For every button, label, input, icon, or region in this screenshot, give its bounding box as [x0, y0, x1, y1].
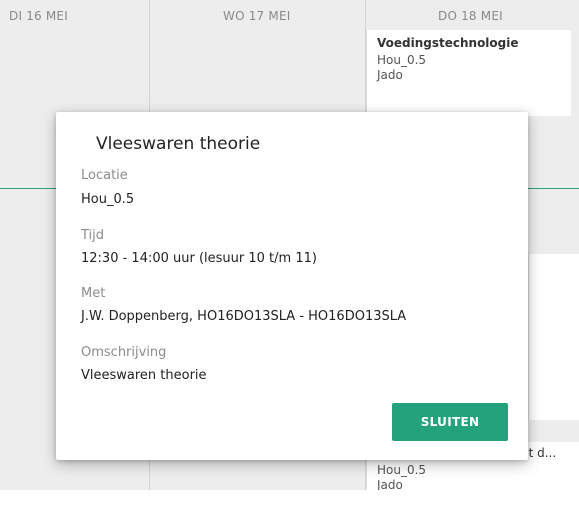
time-value: 12:30 - 14:00 uur (lesuur 10 t/m 11) [81, 251, 317, 266]
event-title: Voedingstechnologie [377, 36, 519, 50]
event-detail-dialog: Vleeswaren theorie Locatie Hou_0.5 Tijd … [56, 112, 528, 460]
dialog-title: Vleeswaren theorie [96, 134, 261, 154]
time-label: Tijd [81, 228, 105, 243]
event-location: Hou_0.5 [377, 463, 427, 477]
event-location: Hou_0.5 [377, 53, 427, 67]
calendar-footer-strip [0, 490, 579, 517]
calendar-event-block[interactable] [528, 254, 579, 420]
current-time-line-right [528, 188, 579, 189]
calendar-event[interactable]: Voedingstechnologie Hou_0.5 Jado [366, 30, 571, 116]
day-header-thursday: DO 18 MEI [438, 9, 503, 23]
location-label: Locatie [81, 168, 128, 183]
location-value: Hou_0.5 [81, 192, 135, 207]
current-time-line-left [0, 188, 56, 189]
with-value: J.W. Doppenberg, HO16DO13SLA - HO16DO13S… [81, 309, 407, 324]
event-teacher: Jado [377, 68, 403, 82]
description-value: Vleeswaren theorie [81, 368, 207, 383]
day-header-tuesday: DI 16 MEI [9, 9, 68, 23]
description-label: Omschrijving [81, 345, 167, 360]
close-button[interactable]: SLUITEN [392, 403, 508, 441]
day-header-wednesday: WO 17 MEI [223, 9, 291, 23]
with-label: Met [81, 286, 106, 301]
